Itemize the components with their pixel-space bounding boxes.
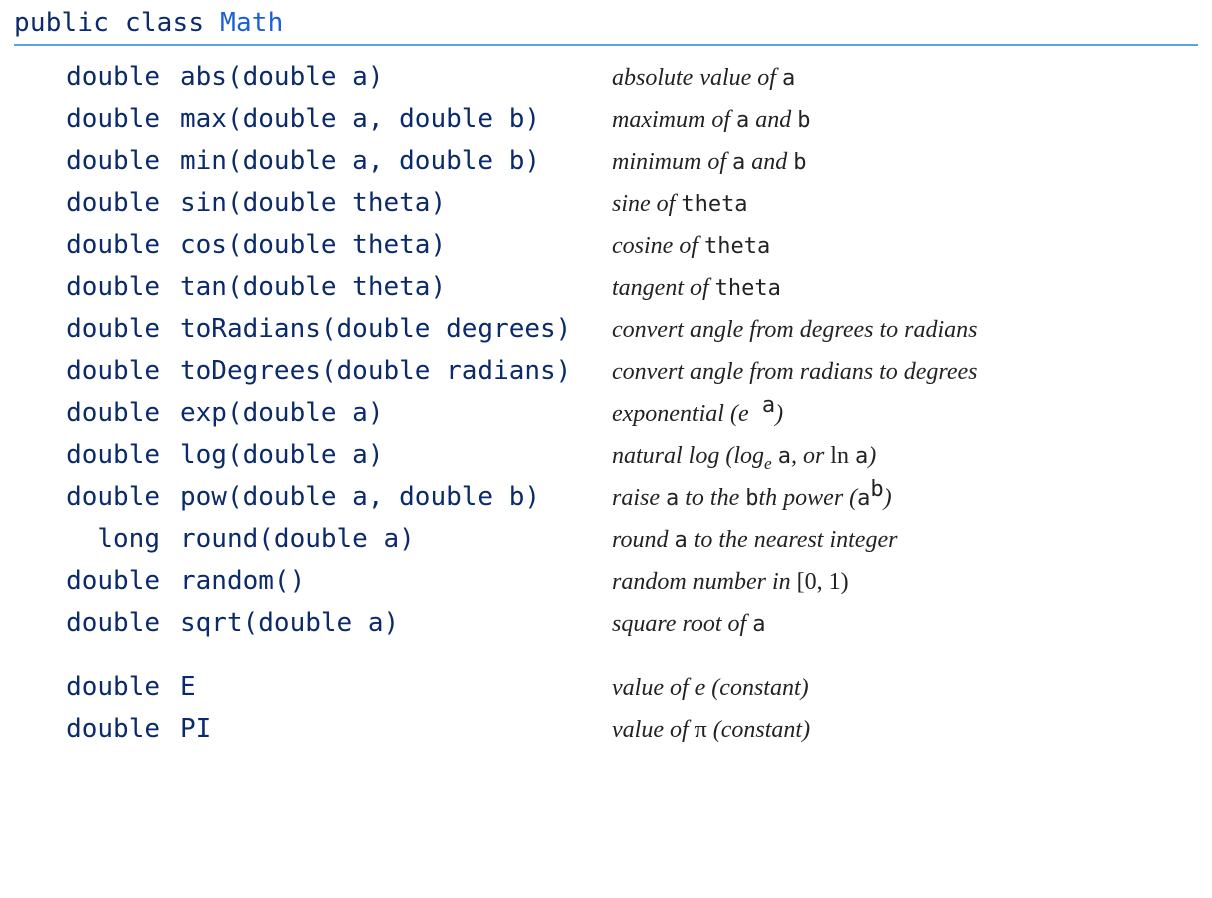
method-description: random number in [0, 1) (612, 569, 849, 596)
methods-list: doubleabs(double a)absolute value of ado… (14, 56, 1198, 644)
signature: abs(double a) (160, 62, 612, 92)
return-type: double (52, 146, 160, 176)
signature: toRadians(double degrees) (160, 314, 612, 344)
signature: log(double a) (160, 440, 612, 470)
section-gap (14, 644, 1198, 666)
api-row: doublecos(double theta)cosine of theta (14, 224, 1198, 266)
signature: sin(double theta) (160, 188, 612, 218)
signature: exp(double a) (160, 398, 612, 428)
api-row: doubletoRadians(double degrees)convert a… (14, 308, 1198, 350)
api-row: longround(double a)round a to the neares… (14, 518, 1198, 560)
method-description: absolute value of a (612, 65, 795, 92)
return-type: double (52, 356, 160, 386)
api-row: doublemin(double a, double b)minimum of … (14, 140, 1198, 182)
return-type: double (52, 188, 160, 218)
api-row: doubleabs(double a)absolute value of a (14, 56, 1198, 98)
return-type: double (52, 714, 160, 744)
return-type: double (52, 62, 160, 92)
return-type: double (52, 104, 160, 134)
header-prefix: public class (14, 8, 220, 38)
method-description: convert angle from radians to degrees (612, 359, 978, 386)
signature: E (160, 672, 612, 702)
constants-list: doubleEvalue of e (constant)doublePIvalu… (14, 666, 1198, 750)
signature: random() (160, 566, 612, 596)
method-description: natural log (loge a, or ln a) (612, 443, 876, 470)
api-row: doublePIvalue of π (constant) (14, 708, 1198, 750)
class-header: public class Math (14, 8, 1198, 46)
return-type: double (52, 672, 160, 702)
return-type: double (52, 272, 160, 302)
method-description: sine of theta (612, 191, 748, 218)
method-description: tangent of theta (612, 275, 781, 302)
signature: round(double a) (160, 524, 612, 554)
signature: toDegrees(double radians) (160, 356, 612, 386)
signature: cos(double theta) (160, 230, 612, 260)
signature: sqrt(double a) (160, 608, 612, 638)
return-type: double (52, 566, 160, 596)
api-row: doubletoDegrees(double radians)convert a… (14, 350, 1198, 392)
method-description: minimum of a and b (612, 149, 807, 176)
signature: min(double a, double b) (160, 146, 612, 176)
api-row: doublesin(double theta)sine of theta (14, 182, 1198, 224)
signature: PI (160, 714, 612, 744)
api-row: doublelog(double a)natural log (loge a, … (14, 434, 1198, 476)
return-type: double (52, 398, 160, 428)
api-row: doubletan(double theta)tangent of theta (14, 266, 1198, 308)
api-row: doublemax(double a, double b)maximum of … (14, 98, 1198, 140)
api-row: doublerandom()random number in [0, 1) (14, 560, 1198, 602)
return-type: double (52, 482, 160, 512)
method-description: exponential (e a) (612, 401, 783, 428)
method-description: convert angle from degrees to radians (612, 317, 978, 344)
method-description: maximum of a and b (612, 107, 810, 134)
signature: max(double a, double b) (160, 104, 612, 134)
method-description: round a to the nearest integer (612, 527, 897, 554)
return-type: double (52, 314, 160, 344)
api-row: doubleEvalue of e (constant) (14, 666, 1198, 708)
api-row: doublesqrt(double a)square root of a (14, 602, 1198, 644)
signature: tan(double theta) (160, 272, 612, 302)
return-type: long (52, 524, 160, 554)
api-row: doubleexp(double a)exponential (e a) (14, 392, 1198, 434)
method-description: cosine of theta (612, 233, 770, 260)
api-doc-page: public class Math doubleabs(double a)abs… (0, 0, 1212, 770)
method-description: value of e (constant) (612, 675, 809, 702)
method-description: value of π (constant) (612, 717, 810, 744)
api-row: doublepow(double a, double b)raise a to … (14, 476, 1198, 518)
signature: pow(double a, double b) (160, 482, 612, 512)
method-description: square root of a (612, 611, 765, 638)
class-name-link[interactable]: Math (220, 8, 283, 38)
return-type: double (52, 440, 160, 470)
return-type: double (52, 608, 160, 638)
method-description: raise a to the bth power (ab) (612, 485, 892, 512)
return-type: double (52, 230, 160, 260)
